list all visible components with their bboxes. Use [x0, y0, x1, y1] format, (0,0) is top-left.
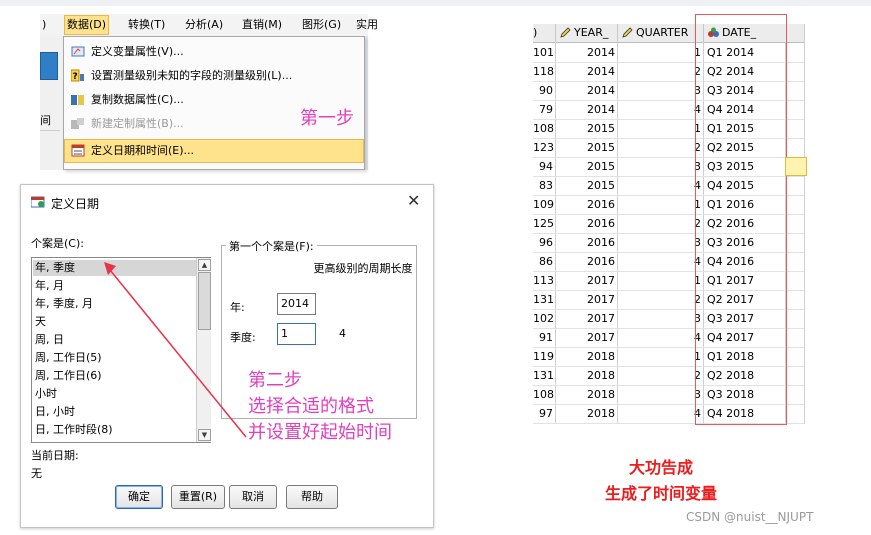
table-cell[interactable]: 2016: [557, 252, 615, 271]
table-cell[interactable]: 86: [533, 252, 553, 271]
table-cell[interactable]: 2018: [557, 347, 615, 366]
table-cell[interactable]: 3: [619, 81, 701, 100]
step-two-line: 并设置好起始时间: [248, 422, 392, 443]
table-cell[interactable]: 2017: [557, 309, 615, 328]
table-cell[interactable]: 2: [619, 62, 701, 81]
table-cell[interactable]: 2014: [557, 62, 615, 81]
table-cell[interactable]: 1: [619, 43, 701, 62]
table-cell[interactable]: 3: [619, 385, 701, 404]
table-cell[interactable]: 108: [533, 119, 554, 138]
table-cell[interactable]: 2017: [557, 290, 615, 309]
table-cell[interactable]: 91: [533, 328, 553, 347]
table-cell[interactable]: 4: [619, 404, 701, 423]
table-cell[interactable]: 97: [533, 404, 553, 423]
table-cell[interactable]: 4: [619, 176, 701, 195]
table-cell[interactable]: 119: [533, 347, 554, 366]
table-cell[interactable]: 94: [533, 157, 553, 176]
table-cell[interactable]: 2: [619, 138, 701, 157]
table-cell[interactable]: 79: [533, 100, 553, 119]
table-cell[interactable]: 101: [533, 43, 554, 62]
table-cell[interactable]: 1: [619, 271, 701, 290]
table-cell[interactable]: 123: [533, 138, 554, 157]
table-cell[interactable]: 2016: [557, 233, 615, 252]
step-two-line: 选择合适的格式: [248, 396, 374, 417]
table-cell[interactable]: 2018: [557, 385, 615, 404]
table-cell[interactable]: 4: [619, 100, 701, 119]
table-cell[interactable]: 113: [533, 271, 554, 290]
table-cell[interactable]: 2015: [557, 138, 615, 157]
table-cell[interactable]: 2: [619, 366, 701, 385]
table-cell[interactable]: 1: [619, 119, 701, 138]
table-cell[interactable]: 2017: [557, 271, 615, 290]
table-cell[interactable]: 83: [533, 176, 553, 195]
watermark: CSDN @nuist__NJUPT: [686, 510, 814, 524]
result-line: 大功告成: [628, 458, 693, 477]
table-edge: [804, 24, 805, 424]
table-cell[interactable]: 96: [533, 233, 553, 252]
table-cell[interactable]: 90: [533, 81, 553, 100]
table-cell[interactable]: 2018: [557, 366, 615, 385]
table-cell[interactable]: 2014: [557, 43, 615, 62]
table-cell[interactable]: 2016: [557, 195, 615, 214]
result-line: 生成了时间变量: [604, 484, 717, 503]
table-cell[interactable]: 2015: [557, 176, 615, 195]
table-cell[interactable]: 4: [619, 328, 701, 347]
table-cell[interactable]: 102: [533, 309, 554, 328]
table-cell[interactable]: 125: [533, 214, 554, 233]
table-cell[interactable]: 118: [533, 62, 554, 81]
table-cell[interactable]: 2: [619, 290, 701, 309]
pencil-icon: [560, 27, 571, 38]
table-cell[interactable]: 1: [619, 195, 701, 214]
table-cell[interactable]: 2018: [557, 404, 615, 423]
table-cell[interactable]: 2016: [557, 214, 615, 233]
active-cell[interactable]: [785, 157, 807, 176]
table-cell[interactable]: 2015: [557, 119, 615, 138]
table-cell[interactable]: 3: [619, 233, 701, 252]
table-cell[interactable]: 4: [619, 252, 701, 271]
column-header-quarter[interactable]: QUARTER: [618, 24, 704, 43]
table-cell[interactable]: 2014: [557, 81, 615, 100]
table-cell[interactable]: 1: [619, 347, 701, 366]
step-two-annotation: 第二步 选择合适的格式 并设置好起始时间: [248, 368, 392, 446]
table-cell[interactable]: 2015: [557, 157, 615, 176]
result-annotation: 大功告成 生成了时间变量: [596, 455, 726, 507]
table-cell[interactable]: 109: [533, 195, 554, 214]
table-cell[interactable]: 131: [533, 290, 554, 309]
table-cell[interactable]: 2017: [557, 328, 615, 347]
table-cell[interactable]: 3: [619, 157, 701, 176]
table-cell[interactable]: 3: [619, 309, 701, 328]
table-cell[interactable]: 108: [533, 385, 554, 404]
table-cell[interactable]: 2: [619, 214, 701, 233]
pencil-icon: [622, 27, 633, 38]
table-cell[interactable]: 131: [533, 366, 554, 385]
column-header-year[interactable]: YEAR_: [556, 24, 618, 43]
date-column-highlight-box: [695, 14, 787, 425]
column-header[interactable]: ): [533, 24, 556, 43]
step-two-line: 第二步: [248, 370, 302, 391]
table-cell[interactable]: 2014: [557, 100, 615, 119]
